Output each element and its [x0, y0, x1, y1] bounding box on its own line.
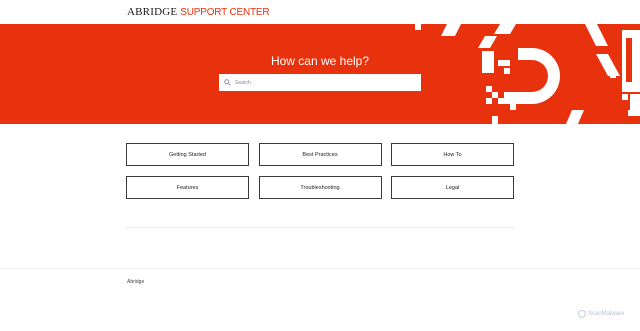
hero-title: How can we help? [270, 54, 370, 68]
category-how-to[interactable]: How To [391, 143, 514, 166]
hero-banner: How can we help? [0, 24, 640, 124]
category-legal[interactable]: Legal [391, 176, 514, 199]
shield-icon [578, 310, 586, 318]
search-box[interactable] [219, 74, 421, 91]
footer-brand: Abridge [127, 279, 145, 285]
top-bar: ABRIDGE SUPPORT CENTER [0, 0, 640, 24]
search-icon [224, 79, 231, 86]
watermark-text: ScanMalware [588, 311, 625, 317]
category-troubleshooting[interactable]: Troubleshooting [258, 176, 382, 199]
logo-support-center: SUPPORT CENTER [180, 7, 270, 18]
search-input[interactable] [235, 79, 415, 86]
watermark: ScanMalware [578, 310, 624, 318]
category-getting-started[interactable]: Getting Started [126, 143, 249, 166]
logo-brand: ABRIDGE [127, 6, 178, 18]
content-divider [126, 227, 514, 228]
category-features[interactable]: Features [126, 176, 249, 199]
category-best-practices[interactable]: Best Practices [258, 143, 382, 166]
category-grid: Getting Started Best Practices How To Fe… [126, 143, 514, 199]
home-logo-link[interactable]: ABRIDGE SUPPORT CENTER [127, 6, 270, 18]
footer-divider [0, 268, 640, 269]
